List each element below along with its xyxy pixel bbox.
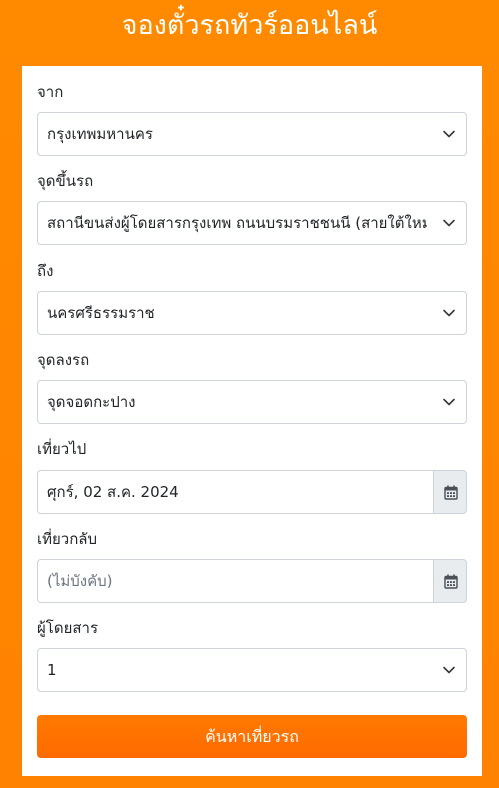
to-select[interactable]: นครศรีธรรมราช [37,291,467,335]
to-select-value: นครศรีธรรมราช [47,304,155,322]
passengers-label: ผู้โดยสาร [37,619,99,637]
return-calendar-button[interactable] [433,559,467,603]
to-label: ถึง [37,262,54,280]
passengers-select-value: 1 [47,661,57,679]
dropoff-select[interactable]: จุดจอดกะปาง [37,380,467,424]
pickup-label: จุดขึ้นรถ [37,172,94,190]
chevron-down-icon [443,309,455,317]
depart-date-group: ศุกร์, 02 ส.ค. 2024 [37,470,467,514]
depart-calendar-button[interactable] [433,470,467,514]
booking-form: จาก กรุงเทพมหานคร จุดขึ้นรถ สถานีขนส่งผู… [22,66,482,776]
search-trips-button[interactable]: ค้นหาเที่ยวรถ [37,715,467,758]
dropoff-select-value: จุดจอดกะปาง [47,393,136,411]
chevron-down-icon [443,666,455,674]
pickup-select-value: สถานีขนส่งผู้โดยสารกรุงเทพ ถนนบรมราชชนนี… [47,214,427,232]
page-title: จองตั๋วรถทัวร์ออนไลน์ [121,10,378,41]
chevron-down-icon [443,130,455,138]
calendar-icon [444,485,458,500]
pickup-select[interactable]: สถานีขนส่งผู้โดยสารกรุงเทพ ถนนบรมราชชนนี… [37,201,467,245]
depart-label: เที่ยวไป [37,440,87,458]
return-label: เที่ยวกลับ [37,530,98,548]
from-select[interactable]: กรุงเทพมหานคร [37,112,467,156]
passengers-select[interactable]: 1 [37,648,467,692]
chevron-down-icon [443,219,455,227]
depart-date-input[interactable]: ศุกร์, 02 ส.ค. 2024 [37,470,433,514]
calendar-icon [444,574,458,589]
from-select-value: กรุงเทพมหานคร [47,125,153,143]
dropoff-label: จุดลงรถ [37,351,90,369]
from-label: จาก [37,83,64,101]
return-date-input[interactable]: (ไม่บังคับ) [37,559,433,603]
return-date-group: (ไม่บังคับ) [37,559,467,603]
chevron-down-icon [443,398,455,406]
